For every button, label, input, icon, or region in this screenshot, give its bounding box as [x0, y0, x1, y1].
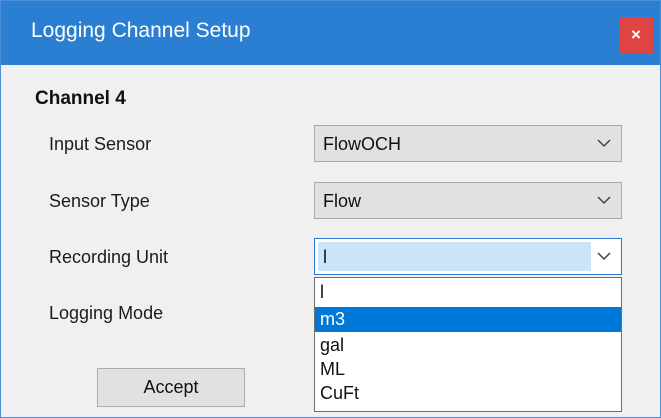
- dropdown-option-l[interactable]: l: [315, 280, 621, 305]
- recording-unit-dropdown-list[interactable]: l m3 gal ML CuFt: [314, 277, 622, 412]
- dropdown-option-m3[interactable]: m3: [315, 307, 621, 332]
- sensor-type-value: Flow: [323, 191, 362, 211]
- sensor-type-label: Sensor Type: [49, 191, 150, 211]
- input-sensor-value: FlowOCH: [323, 134, 402, 154]
- recording-unit-value-highlight: l: [318, 242, 591, 271]
- dropdown-option-gal[interactable]: gal: [315, 333, 621, 358]
- sensor-type-select[interactable]: Flow: [314, 182, 622, 219]
- input-sensor-label: Input Sensor: [49, 134, 152, 154]
- chevron-down-icon: [597, 252, 611, 261]
- logging-mode-label: Logging Mode: [49, 303, 164, 323]
- title-bar[interactable]: Logging Channel Setup ×: [1, 1, 660, 65]
- close-icon: ×: [631, 25, 641, 44]
- logging-channel-setup-dialog: Logging Channel Setup × Channel 4 Input …: [0, 0, 661, 418]
- accept-button[interactable]: Accept: [97, 368, 245, 407]
- dropdown-option-cuft[interactable]: CuFt: [315, 381, 621, 406]
- chevron-down-icon: [597, 139, 611, 148]
- dropdown-option-ml[interactable]: ML: [315, 357, 621, 382]
- input-sensor-select[interactable]: FlowOCH: [314, 125, 622, 162]
- recording-unit-value: l: [323, 247, 327, 267]
- recording-unit-label: Recording Unit: [49, 247, 169, 267]
- chevron-down-icon: [597, 196, 611, 205]
- window-title: Logging Channel Setup: [31, 19, 251, 42]
- channel-title: Channel 4: [35, 88, 126, 109]
- recording-unit-select[interactable]: l: [314, 238, 622, 275]
- close-button[interactable]: ×: [619, 17, 653, 53]
